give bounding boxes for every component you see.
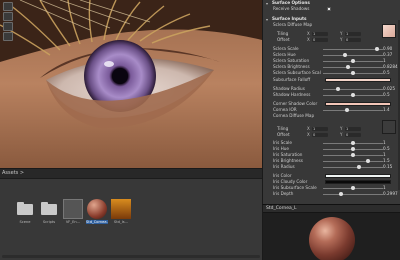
- asset-folder-scene[interactable]: Scene: [14, 199, 36, 224]
- slider-track[interactable]: [323, 49, 383, 50]
- receive-shadows-checkbox[interactable]: [327, 7, 331, 11]
- slider-handle[interactable]: [366, 159, 370, 163]
- iris-cloudy-color-swatch[interactable]: [325, 180, 391, 184]
- asset-material-selected[interactable]: Std_Cornea...: [86, 199, 108, 224]
- slider-row: Sclera Subsurface Scal 0.5: [263, 70, 400, 76]
- sclera-diffuse-row: Sclera Diffuse Map: [273, 22, 313, 27]
- asset-prefab[interactable]: VF_En...: [62, 199, 84, 224]
- cornea-tiling-x-field[interactable]: 1: [312, 127, 328, 131]
- slider-track[interactable]: [323, 55, 383, 56]
- offset-x-field[interactable]: 0: [312, 38, 328, 42]
- slider-handle[interactable]: [336, 87, 340, 91]
- rotate-tool-button[interactable]: [3, 22, 13, 31]
- eye-render: [0, 0, 262, 168]
- asset-grid: Scene Scripts VF_En... Std_Cornea... Std…: [0, 179, 262, 260]
- horizontal-scrollbar[interactable]: [2, 255, 260, 258]
- slider-row: Iris Radius 0.15: [263, 164, 400, 170]
- slider-track[interactable]: [323, 67, 383, 68]
- cornea-ior-slider[interactable]: [323, 110, 383, 111]
- slider-handle[interactable]: [351, 93, 355, 97]
- slider-handle[interactable]: [345, 65, 350, 69]
- slider-handle[interactable]: [351, 147, 355, 151]
- slider-value-field[interactable]: 0.15: [383, 164, 397, 170]
- folder-icon: [15, 199, 35, 219]
- asset-label: Std_Cornea...: [86, 220, 108, 224]
- sclera-offset-row: Offset X 0 Y 0: [263, 37, 400, 43]
- slider-row: Shadow Hardness 0.5: [263, 92, 400, 98]
- folder-icon: [39, 199, 59, 219]
- iris-color-swatch[interactable]: [325, 174, 391, 178]
- slider-handle[interactable]: [351, 71, 355, 75]
- project-panel: Assets > Scene Scripts VF_En... Std_Corn…: [0, 168, 262, 260]
- cornea-offset-row: Offset X 0 Y 0: [263, 132, 400, 138]
- scale-tool-button[interactable]: [3, 32, 13, 41]
- slider-handle[interactable]: [351, 141, 355, 145]
- cornea-tiling-y-field[interactable]: 1: [345, 127, 361, 131]
- breadcrumb[interactable]: Assets >: [2, 170, 24, 176]
- subsurface-falloff-color[interactable]: [325, 78, 391, 82]
- slider-handle[interactable]: [345, 108, 349, 112]
- corner-shadow-color[interactable]: [325, 102, 391, 106]
- material-preview: Std_Cornea_L: [262, 204, 400, 260]
- cornea-offset-y-field[interactable]: 0: [345, 133, 361, 137]
- asset-label: Scripts: [42, 220, 56, 224]
- slider-label: Shadow Hardness: [273, 92, 311, 97]
- prefab-icon: [63, 199, 83, 219]
- slider-track[interactable]: [323, 161, 383, 162]
- material-sphere-icon: [87, 199, 107, 219]
- asset-label: VF_En...: [65, 220, 81, 224]
- preview-title: Std_Cornea_L: [266, 206, 297, 211]
- slider-value-field[interactable]: 0.5: [383, 70, 397, 76]
- slider-handle[interactable]: [357, 165, 361, 169]
- iris-depth-slider[interactable]: [323, 194, 383, 195]
- slider-handle[interactable]: [343, 53, 348, 57]
- inspector-panel: ▾ Surface Options Receive Shadows ▾ Surf…: [262, 0, 400, 204]
- tiling-y-field[interactable]: 1: [345, 32, 361, 36]
- hand-tool-button[interactable]: [3, 2, 13, 11]
- slider-label: Iris Radius: [273, 164, 295, 169]
- scene-tools: [3, 2, 13, 41]
- scene-viewport[interactable]: [0, 0, 262, 168]
- asset-label: Std_Is...: [113, 220, 129, 224]
- asset-folder-scripts[interactable]: Scripts: [38, 199, 60, 224]
- asset-texture[interactable]: Std_Is...: [110, 199, 132, 224]
- slider-handle[interactable]: [351, 186, 355, 190]
- subsurface-falloff-row: Subsurface Falloff: [263, 77, 400, 83]
- slider-handle[interactable]: [351, 153, 355, 157]
- slider-value-field[interactable]: 0.5: [383, 92, 397, 98]
- slider-label: Sclera Subsurface Scal: [273, 70, 321, 75]
- asset-label: Scene: [19, 220, 31, 224]
- slider-track[interactable]: [323, 167, 383, 168]
- slider-handle[interactable]: [339, 192, 343, 196]
- slider-handle[interactable]: [351, 59, 355, 63]
- texture-icon: [111, 199, 131, 219]
- preview-sphere[interactable]: [309, 217, 355, 260]
- slider-handle[interactable]: [375, 47, 379, 51]
- project-toolbar: Assets >: [0, 169, 262, 179]
- preview-header: Std_Cornea_L: [263, 205, 400, 213]
- move-tool-button[interactable]: [3, 12, 13, 21]
- cornea-diffuse-row: Cornea Diffuse Map: [273, 113, 315, 118]
- slider-track[interactable]: [323, 89, 383, 90]
- iris-depth-row: Iris Depth 0.2997: [273, 191, 398, 196]
- offset-y-field[interactable]: 0: [345, 38, 361, 42]
- cornea-offset-x-field[interactable]: 0: [312, 133, 328, 137]
- receive-shadows-row: Receive Shadows: [263, 6, 400, 12]
- tiling-x-field[interactable]: 1: [312, 32, 328, 36]
